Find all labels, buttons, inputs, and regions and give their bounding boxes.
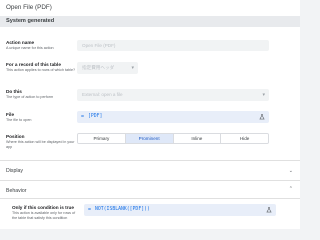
condition-description: This action is available only for rows o… xyxy=(12,211,76,220)
divider xyxy=(0,180,300,181)
chevron-down-icon[interactable]: ⌄ xyxy=(289,168,293,174)
chevron-down-icon: ▾ xyxy=(262,92,265,98)
settings-panel: Action name A unique name for this actio… xyxy=(0,27,300,229)
section-title: System generated xyxy=(6,18,55,24)
flask-icon[interactable] xyxy=(266,207,272,213)
position-description: Where this action will be displayed in y… xyxy=(6,140,75,149)
position-label: Position xyxy=(6,134,25,139)
do-this-select-value: External: open a file xyxy=(82,92,123,97)
action-name-label: Action name xyxy=(6,40,35,45)
do-this-label: Do this xyxy=(6,89,22,94)
section-header: System generated xyxy=(0,16,300,27)
table-description: This action applies to rows of which tab… xyxy=(6,68,76,72)
file-expression-text: [PDF] xyxy=(88,114,103,119)
do-this-select[interactable]: External: open a file ▾ xyxy=(77,89,269,101)
window-header: Open File (PDF) xyxy=(0,0,300,16)
table-select-value: 指定費用ヘッダ xyxy=(82,65,115,70)
do-this-description: The type of action to perform xyxy=(6,95,54,99)
expression-equals-icon: = xyxy=(88,207,92,213)
table-select[interactable]: 指定費用ヘッダ ▾ xyxy=(77,62,138,74)
divider xyxy=(0,160,300,161)
chevron-down-icon: ▾ xyxy=(131,65,134,71)
expression-equals-icon: = xyxy=(81,114,85,120)
action-name-description: A unique name for this action xyxy=(6,46,54,50)
flask-icon[interactable] xyxy=(259,114,265,120)
file-expression-input[interactable]: = [PDF] xyxy=(77,111,269,123)
file-description: The file to open xyxy=(6,118,32,122)
condition-expression-text: NOT(ISBLANK([PDF])) xyxy=(95,207,150,212)
divider xyxy=(0,198,300,199)
action-name-input[interactable]: Open File (PDF) xyxy=(77,40,269,51)
position-option-prominent[interactable]: Prominent xyxy=(125,134,174,143)
position-option-primary[interactable]: Primary xyxy=(78,134,126,143)
position-segmented-control: Primary Prominent Inline Hide xyxy=(77,133,269,144)
position-option-hide[interactable]: Hide xyxy=(221,134,268,143)
file-label: File xyxy=(6,112,15,117)
display-section-toggle[interactable]: Display xyxy=(6,168,23,174)
behavior-section-toggle[interactable]: Behavior xyxy=(6,188,26,194)
condition-label: Only if this condition is true xyxy=(12,205,74,210)
table-label: For a record of this table xyxy=(6,62,61,67)
position-option-inline[interactable]: Inline xyxy=(173,134,222,143)
chevron-up-icon[interactable]: ⌃ xyxy=(289,186,293,192)
window-title: Open File (PDF) xyxy=(6,4,52,11)
condition-expression-input[interactable]: = NOT(ISBLANK([PDF])) xyxy=(84,204,276,216)
